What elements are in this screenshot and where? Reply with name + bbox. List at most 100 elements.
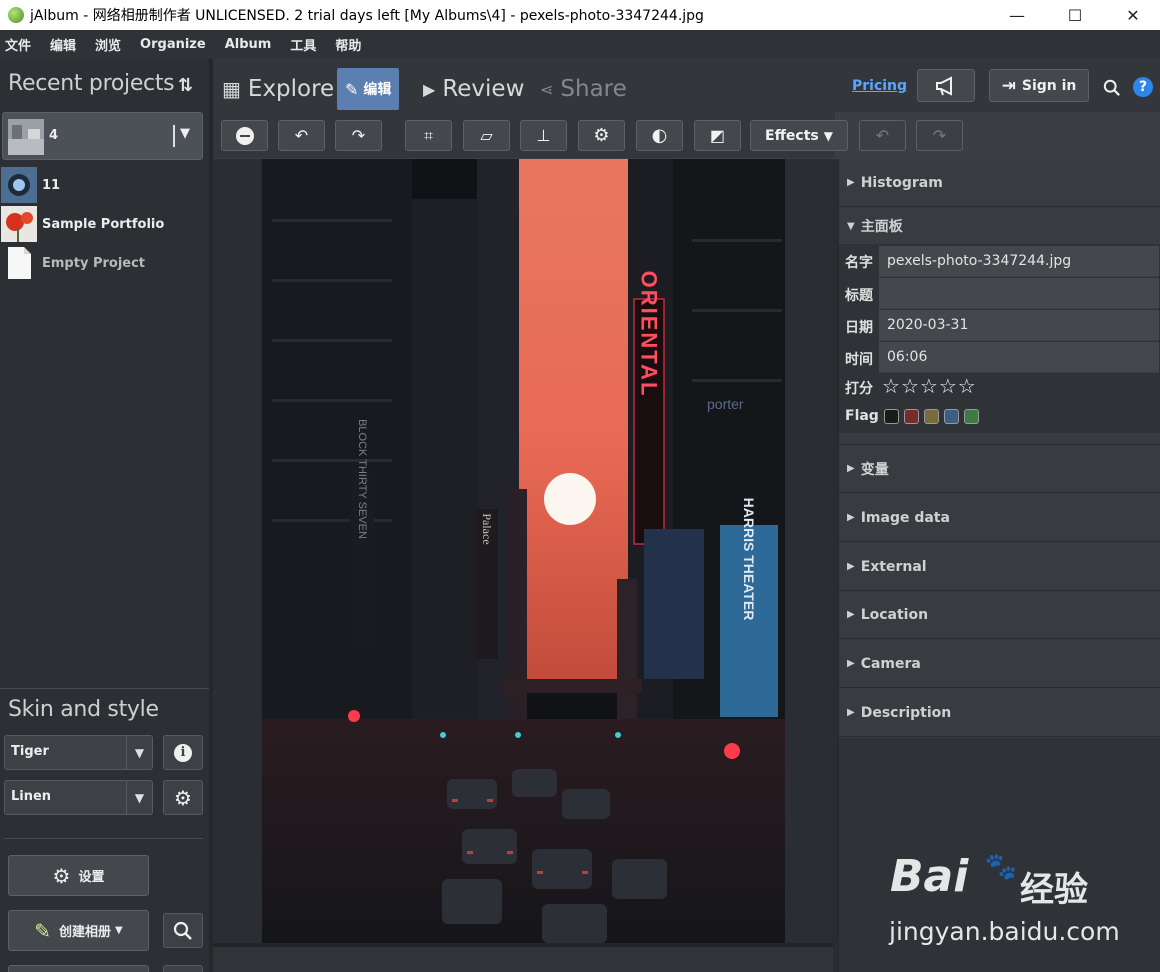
section-histogram[interactable]: ▶ Histogram [839, 159, 1160, 207]
star-icon[interactable]: ☆ [901, 374, 919, 398]
section-label: Camera [860, 655, 921, 672]
flag-color-swatch[interactable] [964, 409, 979, 424]
gear-icon: ⚙ [593, 125, 610, 146]
section-collapsed[interactable]: ▶ External [839, 543, 1160, 591]
section-main-panel[interactable]: ▼ 主面板 [839, 208, 1160, 244]
settings-button[interactable]: ⚙ 设置 [8, 855, 149, 896]
redo-button[interactable]: ↷ [916, 120, 963, 151]
settings-button-label: 设置 [78, 870, 105, 885]
close-button[interactable]: ✕ [1104, 0, 1160, 30]
perspective-button[interactable]: ▱ [463, 120, 510, 151]
flag-color-swatch[interactable] [904, 409, 919, 424]
project-item[interactable]: Empty Project [0, 244, 209, 282]
menu-tools[interactable]: 工具 [289, 33, 317, 56]
paw-icon: 🐾 [984, 852, 1018, 882]
tab-share[interactable]: ⋖ Share [540, 68, 627, 110]
preview-search-button[interactable] [163, 913, 203, 948]
time-label: 时间 [845, 352, 873, 368]
view-tab-bar: ▦ Explore ✎ 编辑 ▶ Review ⋖ Share Pricing ⇥ Sig… [213, 59, 1160, 112]
announcements-button[interactable] [917, 69, 975, 102]
rating-stars[interactable]: ☆ ☆ ☆ ☆ ☆ [882, 374, 977, 398]
minimize-button[interactable]: — [988, 0, 1046, 30]
undo-button[interactable]: ↶ [859, 120, 906, 151]
sort-icon[interactable]: ⇅ [178, 75, 193, 96]
skin-select[interactable]: Tiger ▼ [4, 735, 153, 770]
section-collapsed[interactable]: ▶ Location [839, 591, 1160, 639]
project-label: Empty Project [42, 255, 146, 271]
title-field[interactable] [879, 278, 1159, 309]
star-icon[interactable]: ☆ [939, 374, 957, 398]
flag-label: Flag [845, 408, 879, 424]
extra-button[interactable] [163, 965, 203, 972]
maximize-button[interactable]: ☐ [1046, 0, 1104, 30]
flag-color-swatch[interactable] [944, 409, 959, 424]
section-histogram-label: Histogram [860, 174, 943, 191]
window-title: jAlbum - 网络相册制作者 UNLICENSED. 2 trial day… [30, 8, 704, 24]
straighten-button[interactable]: ⊥ [520, 120, 567, 151]
star-icon[interactable]: ☆ [958, 374, 976, 398]
sign-in-label: Sign in [1021, 77, 1077, 94]
help-icon[interactable]: ? [1133, 77, 1153, 97]
oriental-sign: ORIENTAL [637, 271, 662, 398]
skin-select-value: Tiger [11, 744, 49, 759]
rotate-left-button[interactable]: ↶ [278, 120, 325, 151]
rotate-right-button[interactable]: ↷ [335, 120, 382, 151]
star-icon[interactable]: ☆ [882, 374, 900, 398]
remove-button[interactable] [221, 120, 268, 151]
section-divider [839, 444, 1160, 445]
contrast-button[interactable]: ◐ [636, 120, 683, 151]
project-item[interactable]: 11 [0, 166, 209, 204]
search-icon[interactable] [1103, 79, 1121, 97]
tab-review[interactable]: ▶ Review [423, 68, 524, 110]
menu-file[interactable]: 文件 [4, 33, 32, 56]
photo-preview: ORIENTAL Palace BLOCK THIRTY SEVEN HARRI… [262, 159, 785, 943]
adjust-button[interactable]: ⚙ [578, 120, 625, 151]
chevron-down-icon: ▼ [126, 781, 152, 814]
chevron-down-icon[interactable]: ▼ [180, 126, 190, 141]
chevron-down-icon: ▼ [823, 128, 833, 143]
image-viewer[interactable]: ORIENTAL Palace BLOCK THIRTY SEVEN HARRI… [213, 159, 833, 943]
tab-edit[interactable]: ✎ 编辑 [337, 68, 400, 110]
style-select[interactable]: Linen ▼ [4, 780, 153, 815]
project-item-selected[interactable]: 4 ▼ [2, 112, 203, 160]
menu-edit[interactable]: 编辑 [49, 33, 77, 56]
skin-settings-button[interactable]: ⚙ [163, 780, 203, 815]
project-item[interactable]: Sample Portfolio [0, 205, 209, 243]
rotate-left-icon: ↶ [294, 126, 309, 145]
effects-button[interactable]: Effects ▼ [750, 120, 848, 151]
star-icon[interactable]: ☆ [920, 374, 938, 398]
tab-share-label: Share [560, 76, 627, 102]
left-panel: Recent projects ⇅ 4 ▼ 11 Sample Portfoli… [0, 59, 209, 972]
image-filter-button[interactable]: ◩ [694, 120, 741, 151]
section-collapsed[interactable]: ▶ Image data [839, 494, 1160, 542]
pricing-link[interactable]: Pricing [852, 78, 907, 94]
menu-album[interactable]: Album [224, 35, 273, 54]
section-collapsed[interactable]: ▶ Description [839, 689, 1160, 737]
upload-button[interactable] [8, 965, 149, 972]
tab-explore[interactable]: ▦ Explore [222, 68, 334, 110]
recent-projects-title: Recent projects [8, 71, 175, 96]
menu-help[interactable]: 帮助 [334, 33, 362, 56]
make-album-button[interactable]: ✎ 创建相册 ▼ [8, 910, 149, 951]
menu-view[interactable]: 浏览 [94, 33, 122, 56]
date-field[interactable]: 2020-03-31 [879, 310, 1159, 341]
name-field[interactable]: pexels-photo-3347244.jpg [879, 246, 1159, 277]
flag-color-swatch[interactable] [924, 409, 939, 424]
flag-color-swatch[interactable] [884, 409, 899, 424]
menu-bar: 文件 编辑 浏览 Organize Album 工具 帮助 [0, 30, 1160, 59]
redo-icon: ↷ [932, 126, 947, 145]
crop-button[interactable]: ⌗ [405, 120, 452, 151]
section-collapsed[interactable]: ▶ Camera [839, 640, 1160, 688]
time-field[interactable]: 06:06 [879, 342, 1159, 373]
chevron-right-icon: ▶ [847, 609, 855, 620]
menu-organize[interactable]: Organize [139, 35, 207, 54]
section-main-panel-label: 主面板 [860, 219, 903, 235]
skin-info-button[interactable]: i [163, 735, 203, 770]
effects-label: Effects [765, 127, 819, 144]
section-collapsed[interactable]: ▶ 变量 [839, 445, 1160, 493]
harris-theater-sign: HARRIS THEATER [741, 498, 757, 621]
chevron-right-icon: ▶ [847, 512, 855, 523]
play-icon: ▶ [423, 79, 436, 99]
project-label: Sample Portfolio [42, 216, 165, 232]
sign-in-button[interactable]: ⇥ Sign in [989, 69, 1089, 102]
